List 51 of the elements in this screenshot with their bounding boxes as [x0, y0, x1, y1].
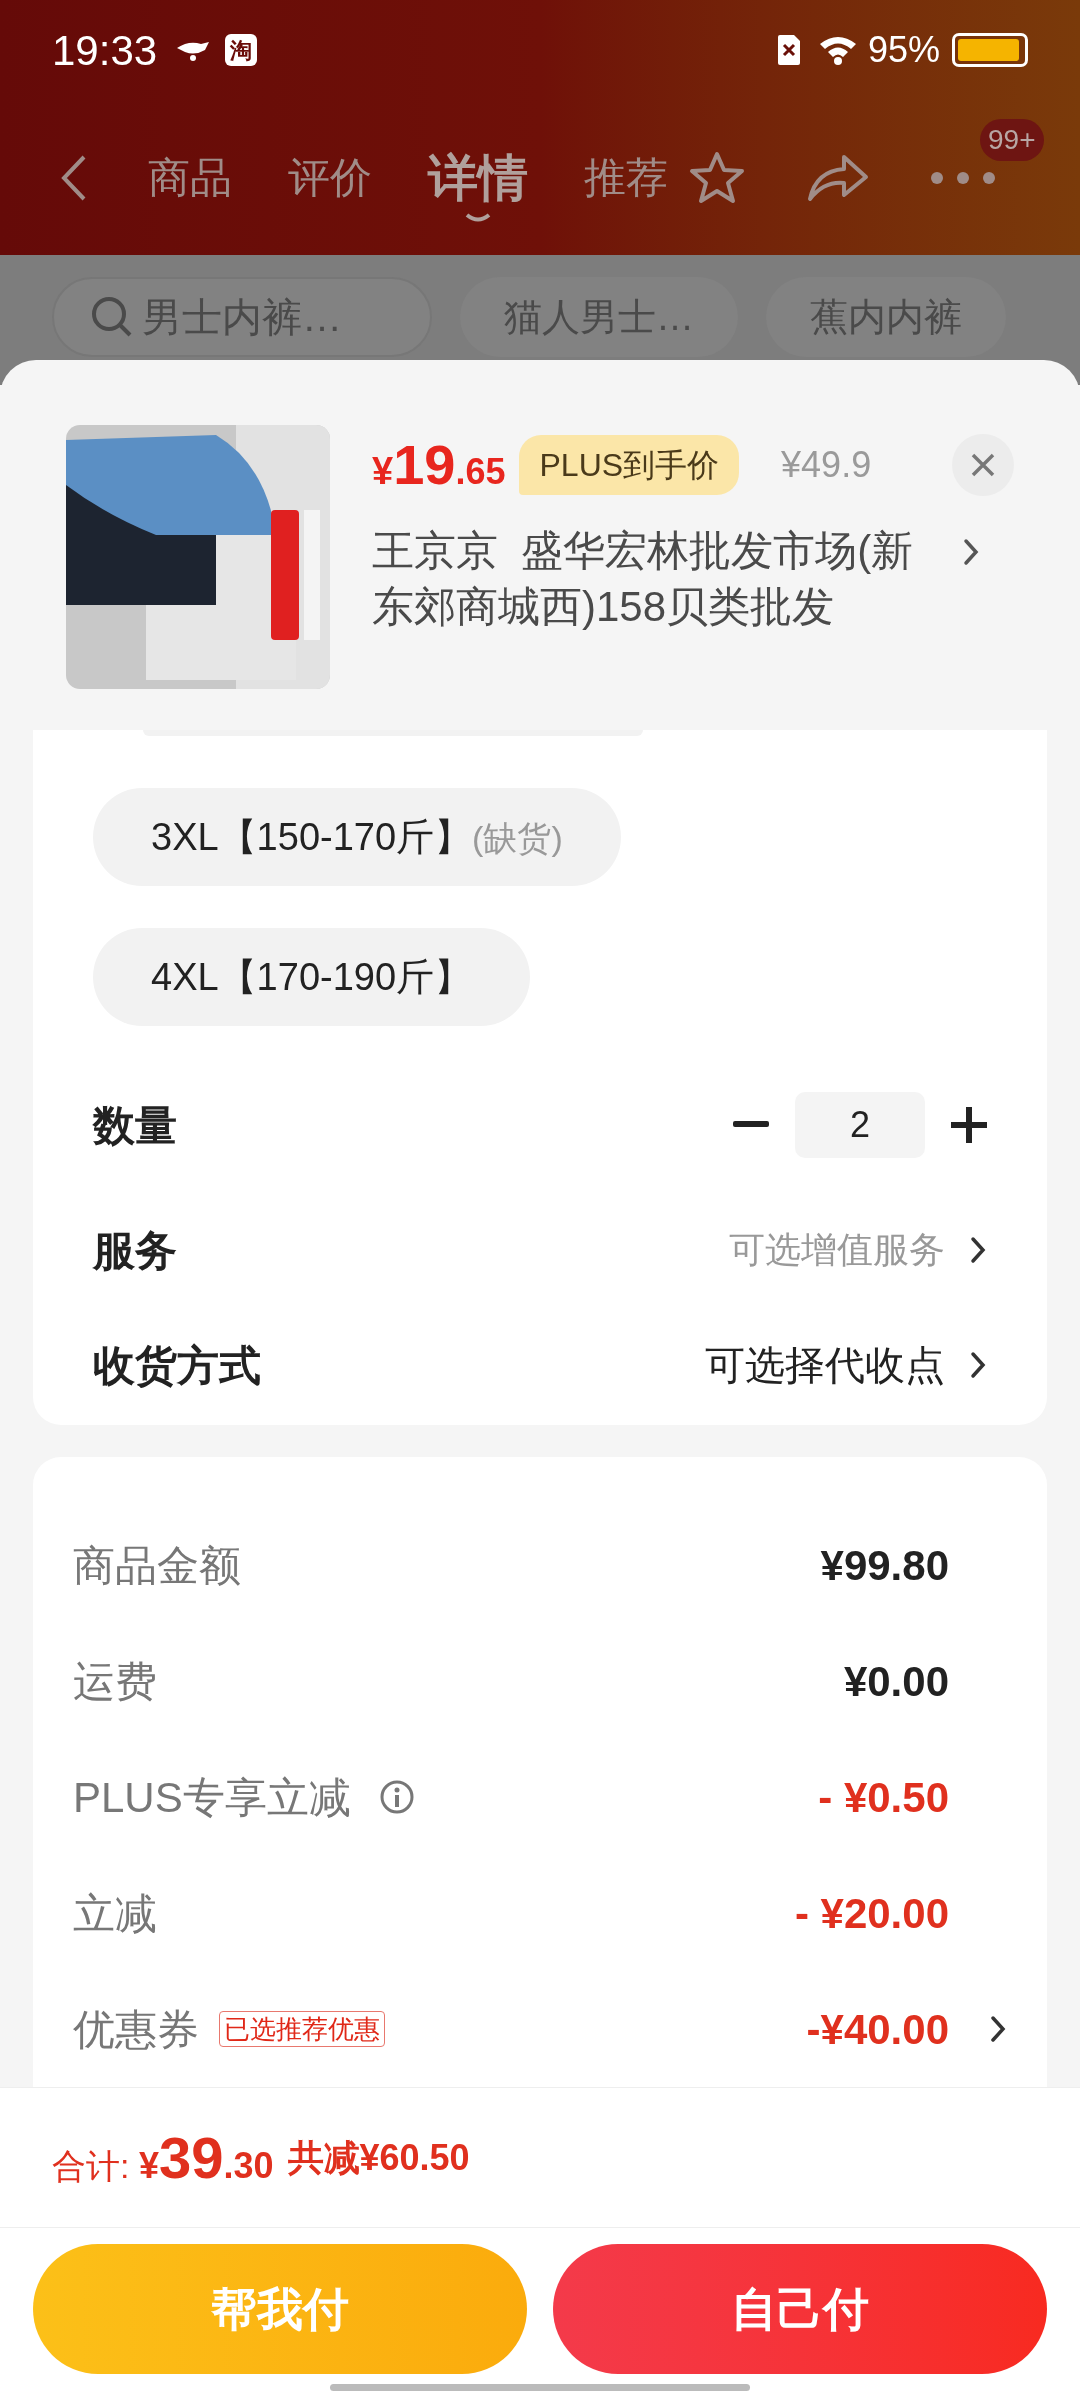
chevron-icon — [969, 1350, 987, 1380]
coupon-tag: 已选推荐优惠 — [219, 2011, 385, 2047]
original-price: ¥49.9 — [781, 443, 872, 487]
app-icon: 淘 — [225, 34, 258, 66]
fee-label: 运费 — [73, 1656, 157, 1707]
quantity-label: 数量 — [93, 1100, 177, 1151]
fee-amount: ¥0.00 — [843, 1656, 949, 1707]
chevron-icon — [969, 1235, 987, 1265]
quantity-field[interactable]: 2 — [795, 1092, 925, 1158]
fee-amount: -¥40.00 — [806, 2004, 949, 2055]
fee-amount: ¥99.80 — [820, 1540, 949, 1591]
fee-amount: - ¥20.00 — [794, 1888, 949, 1939]
plus-price-tag: PLUS到手价 — [519, 435, 740, 495]
fee-label: 立减 — [73, 1888, 157, 1939]
status-time: 19:33 — [52, 25, 158, 76]
sim-card-icon — [775, 33, 802, 67]
nav-tab[interactable]: 商品 — [148, 146, 232, 209]
nav-tab[interactable]: 评价 — [288, 146, 372, 209]
pay-button[interactable]: 自己付 — [553, 2244, 1047, 2374]
nav-tab[interactable]: 详情 — [428, 147, 528, 228]
notification-badge: 99+ — [980, 118, 1044, 161]
shop-name[interactable]: 王京京 盛华宏林批发市场(新东郊商城西)158贝类批发 — [372, 523, 944, 635]
minus-icon[interactable] — [733, 1121, 769, 1129]
option-value[interactable]: 可选增值服务 — [729, 1223, 945, 1277]
size-option[interactable]: 4XL【170-190斤】 — [93, 928, 531, 1026]
fee-label: PLUS专享立减 — [73, 1772, 351, 1823]
chevron-icon — [962, 537, 980, 567]
info-icon[interactable] — [378, 1779, 415, 1815]
search-icon — [90, 295, 134, 339]
keyword-chip[interactable]: 猫人男士… — [460, 277, 738, 357]
more-icon[interactable] — [930, 170, 996, 185]
battery-icon — [952, 33, 1028, 67]
plus-icon[interactable] — [951, 1107, 987, 1143]
option-label: 收货方式 — [93, 1340, 261, 1391]
keyword-chip[interactable]: 蕉内内裤 — [766, 277, 1006, 357]
option-label: 服务 — [93, 1225, 177, 1276]
battery-percent: 95% — [867, 28, 940, 72]
share-icon[interactable] — [806, 152, 870, 203]
fee-label: 优惠券 — [73, 2004, 199, 2055]
nav-tab[interactable]: 推荐 — [584, 146, 668, 209]
option-value[interactable]: 可选择代收点 — [705, 1335, 945, 1395]
close-icon — [970, 452, 996, 478]
fee-amount: - ¥0.50 — [818, 1772, 949, 1823]
search-chip[interactable]: 男士内裤… — [52, 277, 432, 357]
star-icon[interactable] — [688, 149, 746, 206]
sale-price: ¥19.65 — [372, 432, 506, 498]
fee-label: 商品金额 — [73, 1540, 241, 1591]
search-text: 男士内裤… — [142, 294, 342, 341]
size-option[interactable]: 3XL【150-170斤】(缺货) — [93, 788, 621, 886]
total-price: 合计: ¥39.30 — [52, 2124, 274, 2192]
total-savings: 共减¥60.50 — [287, 2135, 470, 2180]
